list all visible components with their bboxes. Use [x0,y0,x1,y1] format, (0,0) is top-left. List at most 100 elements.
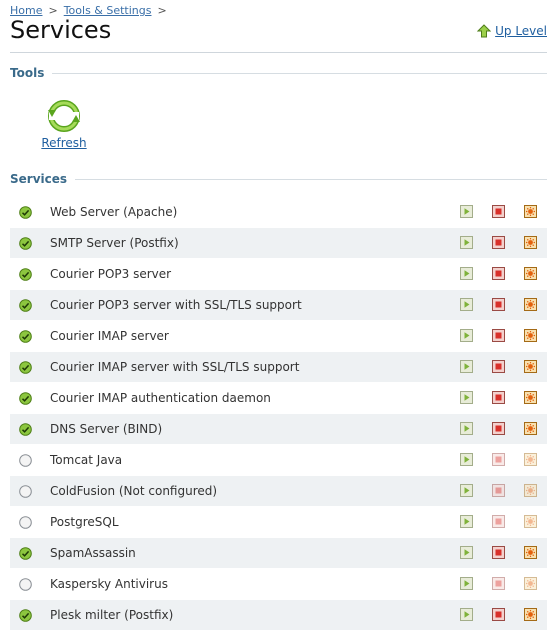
restart-service-button[interactable] [524,391,537,404]
service-row: Courier IMAP server [10,320,547,351]
service-row: Tomcat Java [10,444,547,475]
service-row: Web Server (Apache) [10,196,547,227]
service-name: Courier IMAP server with SSL/TLS support [50,360,300,374]
start-service-button[interactable] [460,205,473,218]
service-name: Web Server (Apache) [50,205,178,219]
empty-circle-icon [19,516,32,529]
restart-service-button[interactable] [524,515,537,528]
empty-circle-icon [19,578,32,591]
restart-service-button[interactable] [524,298,537,311]
check-circle-icon [19,206,32,219]
stop-service-button[interactable] [492,360,505,373]
start-service-button[interactable] [460,608,473,621]
restart-service-button[interactable] [524,608,537,621]
section-divider [75,178,547,180]
service-name: Plesk milter (Postfix) [50,608,174,622]
service-row: Kaspersky Antivirus [10,568,547,599]
check-circle-icon [19,423,32,436]
stop-service-button[interactable] [492,453,505,466]
service-name: Courier IMAP server [50,329,169,343]
service-row: Courier IMAP authentication daemon [10,382,547,413]
stop-service-button[interactable] [492,484,505,497]
refresh-arrows-icon [46,98,82,134]
service-name: PostgreSQL [50,515,119,529]
section-divider [52,72,547,74]
restart-service-button[interactable] [524,267,537,280]
stop-service-button[interactable] [492,298,505,311]
services-section-heading: Services [10,172,547,186]
start-service-button[interactable] [460,236,473,249]
service-name: Courier POP3 server [50,267,172,281]
breadcrumb-separator: > [157,4,167,17]
check-circle-icon [19,361,32,374]
refresh-button[interactable]: Refresh [40,98,88,150]
service-name: Kaspersky Antivirus [50,577,168,591]
tools-heading-label: Tools [10,66,45,80]
check-circle-icon [19,609,32,622]
start-service-button[interactable] [460,391,473,404]
stop-service-button[interactable] [492,329,505,342]
page-title: Services [10,16,112,44]
refresh-label: Refresh [41,136,87,150]
restart-service-button[interactable] [524,360,537,373]
start-service-button[interactable] [460,422,473,435]
stop-service-button[interactable] [492,515,505,528]
service-name: ColdFusion (Not configured) [50,484,218,498]
stop-service-button[interactable] [492,391,505,404]
stop-service-button[interactable] [492,205,505,218]
service-row: ColdFusion (Not configured) [10,475,547,506]
service-name: Courier IMAP authentication daemon [50,391,271,405]
restart-service-button[interactable] [524,236,537,249]
up-level-label: Up Level [495,24,547,38]
services-list: Web Server (Apache) SMTP Server (Postfix)… [10,196,547,630]
empty-circle-icon [19,485,32,498]
start-service-button[interactable] [460,515,473,528]
service-name: SpamAssassin [50,546,136,560]
check-circle-icon [19,392,32,405]
restart-service-button[interactable] [524,577,537,590]
restart-service-button[interactable] [524,484,537,497]
service-row: SMTP Server (Postfix) [10,227,547,258]
restart-service-button[interactable] [524,546,537,559]
check-circle-icon [19,268,32,281]
restart-service-button[interactable] [524,205,537,218]
start-service-button[interactable] [460,298,473,311]
start-service-button[interactable] [460,546,473,559]
service-row: DNS Server (BIND) [10,413,547,444]
check-circle-icon [19,547,32,560]
check-circle-icon [19,299,32,312]
start-service-button[interactable] [460,329,473,342]
service-name: Courier POP3 server with SSL/TLS support [50,298,302,312]
service-row: SpamAssassin [10,537,547,568]
start-service-button[interactable] [460,484,473,497]
stop-service-button[interactable] [492,422,505,435]
service-name: SMTP Server (Postfix) [50,236,179,250]
start-service-button[interactable] [460,360,473,373]
stop-service-button[interactable] [492,267,505,280]
stop-service-button[interactable] [492,577,505,590]
service-name: DNS Server (BIND) [50,422,163,436]
title-divider [10,52,547,53]
stop-service-button[interactable] [492,608,505,621]
service-name: Tomcat Java [50,453,123,467]
start-service-button[interactable] [460,577,473,590]
empty-circle-icon [19,454,32,467]
service-row: Courier IMAP server with SSL/TLS support [10,351,547,382]
start-service-button[interactable] [460,267,473,280]
restart-service-button[interactable] [524,329,537,342]
service-row: Plesk milter (Postfix) [10,599,547,630]
up-arrow-icon [477,24,492,38]
tools-section-heading: Tools [10,66,547,80]
check-circle-icon [19,237,32,250]
restart-service-button[interactable] [524,453,537,466]
restart-service-button[interactable] [524,422,537,435]
check-circle-icon [19,330,32,343]
up-level-link[interactable]: Up Level [477,24,547,38]
services-heading-label: Services [10,172,68,186]
start-service-button[interactable] [460,453,473,466]
service-row: Courier POP3 server [10,258,547,289]
stop-service-button[interactable] [492,546,505,559]
service-row: Courier POP3 server with SSL/TLS support [10,289,547,320]
service-row: PostgreSQL [10,506,547,537]
stop-service-button[interactable] [492,236,505,249]
